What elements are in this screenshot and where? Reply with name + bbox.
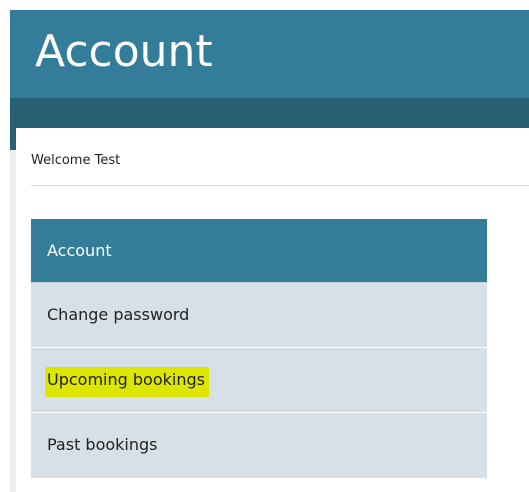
account-menu-heading: Account xyxy=(31,219,487,283)
page-header: Account xyxy=(10,10,529,98)
left-gutter xyxy=(10,128,16,492)
menu-item-past-bookings[interactable]: Past bookings xyxy=(31,413,487,478)
header-subbar xyxy=(10,98,529,128)
gutter-accent xyxy=(10,128,16,150)
welcome-message: Welcome Test xyxy=(31,153,121,168)
menu-item-label-highlighted[interactable]: Upcoming bookings xyxy=(45,367,209,397)
menu-item-label[interactable]: Change password xyxy=(47,304,189,326)
menu-item-change-password[interactable]: Change password xyxy=(31,283,487,348)
divider xyxy=(31,185,529,186)
account-menu: Account Change password Upcoming booking… xyxy=(31,219,487,478)
menu-item-label[interactable]: Past bookings xyxy=(47,434,158,456)
page-title: Account xyxy=(35,26,213,77)
menu-item-upcoming-bookings[interactable]: Upcoming bookings xyxy=(31,348,487,413)
account-page: Account Welcome Test Account Change pass… xyxy=(0,0,529,492)
